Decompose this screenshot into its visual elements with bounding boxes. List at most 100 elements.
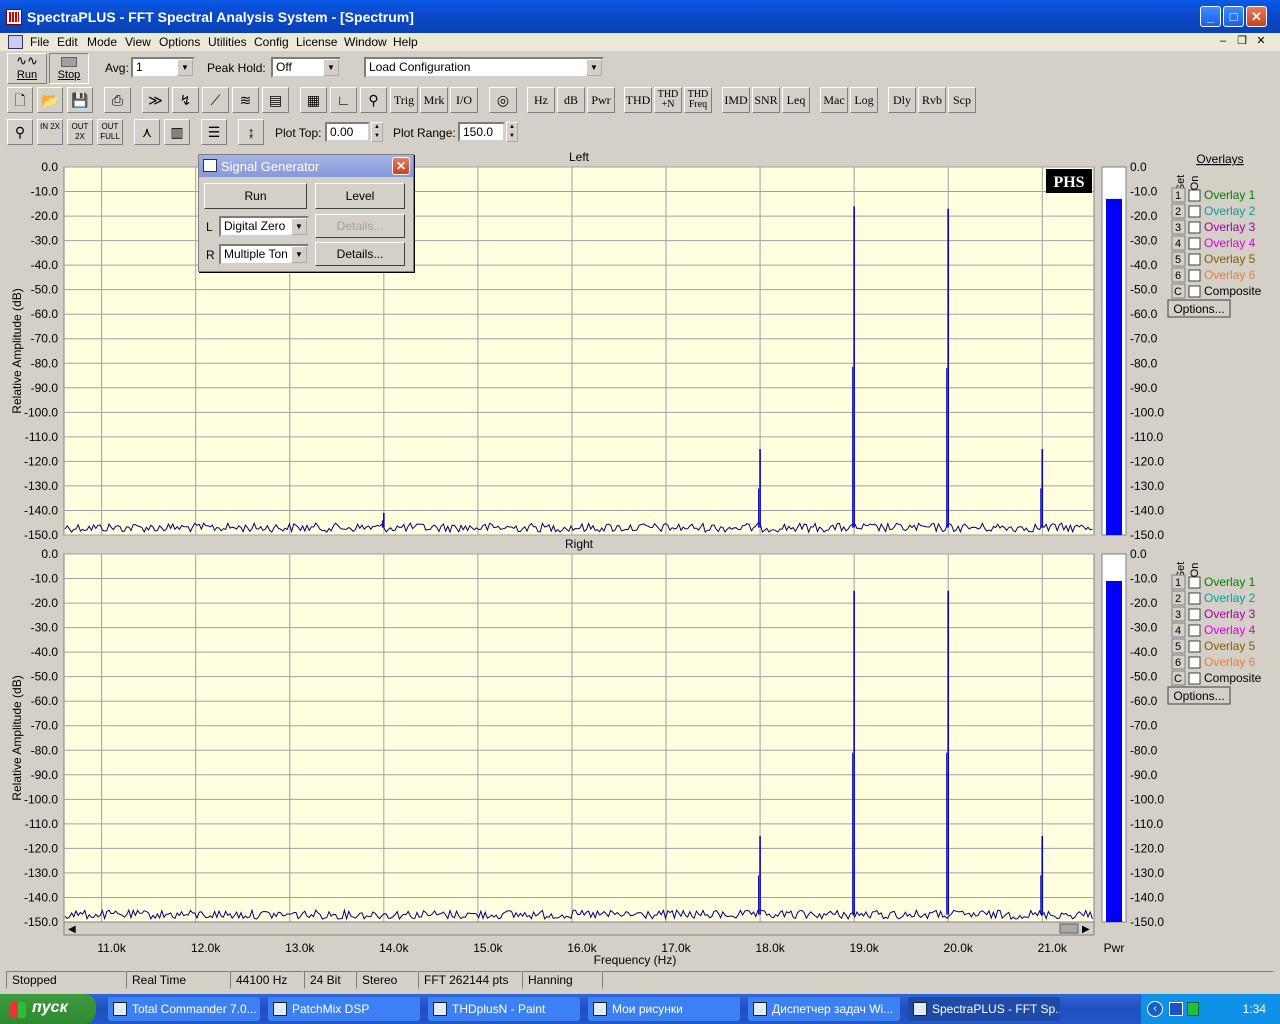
task-patchmix[interactable]: PatchMix DSP: [268, 997, 420, 1021]
settings-button[interactable]: ▦: [300, 87, 327, 113]
db-button[interactable]: dB: [557, 87, 585, 113]
list-view-button[interactable]: ☰: [201, 119, 227, 145]
task-spectraplus[interactable]: SpectraPLUS - FFT Sp...: [908, 997, 1060, 1021]
hz-button[interactable]: Hz: [527, 87, 555, 113]
rvb-button[interactable]: Rvb: [918, 87, 946, 113]
task-paint[interactable]: THDplusN - Paint: [428, 997, 580, 1021]
scale-button[interactable]: ↨: [238, 119, 264, 145]
scaling-button[interactable]: ∟: [330, 87, 357, 113]
left-signal-select[interactable]: Digital Zero ▼: [219, 216, 309, 237]
overlay-checkbox-4[interactable]: [1188, 237, 1201, 250]
tray-app-icon[interactable]: [1169, 1002, 1183, 1016]
configuration-select[interactable]: Load Configuration ▼: [364, 57, 604, 78]
signal-generator-close-button[interactable]: ✕: [392, 157, 410, 175]
mode-spectrogram-button[interactable]: ▤: [262, 87, 289, 113]
task-total-commander[interactable]: Total Commander 7.0...: [108, 997, 260, 1021]
right-signal-select[interactable]: Multiple Ton ▼: [219, 244, 309, 265]
overlay-checkbox-2[interactable]: [1188, 592, 1201, 605]
mode-spectrum-button[interactable]: ↯: [172, 87, 199, 113]
menu-utilities[interactable]: Utilities: [208, 35, 247, 49]
menu-mode[interactable]: Mode: [87, 35, 117, 49]
signal-generator-titlebar[interactable]: Signal Generator ✕: [199, 155, 413, 177]
overlay-checkbox-C[interactable]: [1188, 672, 1201, 685]
plot-range-spinner[interactable]: ▲ ▼: [506, 122, 518, 142]
new-button[interactable]: 🗋: [7, 87, 33, 113]
mode-time-button[interactable]: ≫: [142, 87, 169, 113]
overlay-checkbox-6[interactable]: [1188, 656, 1201, 669]
spectrum-plot-area[interactable]: 0.0 -10.0 -20.0 -30.0 -40.0 -50.0 -60.0 -70.0 -8…: [0, 148, 1280, 968]
io-button[interactable]: I/O: [450, 87, 478, 113]
close-button[interactable]: ✕: [1246, 6, 1267, 27]
zoom-button[interactable]: ⚲: [7, 119, 33, 145]
plot-top-spinner[interactable]: ▲ ▼: [371, 122, 383, 142]
zoom-out-full-button[interactable]: OUT FULL: [97, 119, 123, 145]
chevron-down-icon[interactable]: ▼: [291, 246, 307, 263]
avg-select[interactable]: 1 ▼: [131, 57, 195, 78]
snr-button[interactable]: SNR: [752, 87, 780, 113]
peak-view-button[interactable]: ⋏: [134, 119, 160, 145]
menu-window[interactable]: Window: [344, 35, 387, 49]
calibration-button[interactable]: ⚲: [360, 87, 387, 113]
start-button[interactable]: пуск: [0, 994, 96, 1024]
chevron-down-icon[interactable]: ▼: [586, 59, 602, 76]
dly-button[interactable]: Dly: [888, 87, 916, 113]
chevron-down-icon[interactable]: ▼: [323, 59, 339, 76]
title-bar[interactable]: SpectraPLUS - FFT Spectral Analysis Syst…: [0, 0, 1280, 33]
mdi-document-icon[interactable]: [8, 35, 23, 49]
mode-phase-button[interactable]: ⟋: [202, 87, 229, 113]
task-task-manager[interactable]: Диспетчер задач Wi...: [748, 997, 900, 1021]
zoom-in-2x-button[interactable]: IN 2X: [37, 119, 63, 145]
overlay-checkbox-2[interactable]: [1188, 205, 1201, 218]
task-my-pictures[interactable]: Мои рисунки: [588, 997, 740, 1021]
menu-license[interactable]: License: [296, 35, 337, 49]
thd-freq-button[interactable]: THD Freq: [684, 87, 712, 113]
mdi-close-button[interactable]: ✕: [1254, 35, 1268, 49]
log-button[interactable]: Log: [850, 87, 878, 113]
overlay-checkbox-3[interactable]: [1188, 608, 1201, 621]
peak-hold-select[interactable]: Off ▼: [271, 57, 341, 78]
menu-options[interactable]: Options: [159, 35, 200, 49]
menu-view[interactable]: View: [125, 35, 151, 49]
stop-button[interactable]: Stop: [49, 53, 89, 84]
imd-button[interactable]: IMD: [722, 87, 750, 113]
tray-network-icon[interactable]: [1187, 1002, 1199, 1016]
mode-3d-button[interactable]: ≋: [232, 87, 259, 113]
pwr-button[interactable]: Pwr: [587, 87, 615, 113]
mac-button[interactable]: Mac: [820, 87, 848, 113]
thd-n-button[interactable]: THD +N: [654, 87, 682, 113]
menu-config[interactable]: Config: [254, 35, 289, 49]
right-details-button[interactable]: Details...: [315, 242, 405, 266]
minimize-button[interactable]: _: [1200, 6, 1221, 27]
leq-button[interactable]: Leq: [782, 87, 810, 113]
menu-help[interactable]: Help: [393, 35, 418, 49]
overlay-checkbox-C[interactable]: [1188, 285, 1201, 298]
plot-range-input[interactable]: [458, 122, 505, 142]
tray-expand-icon[interactable]: ‹: [1147, 1001, 1163, 1017]
save-button[interactable]: 💾: [67, 87, 93, 113]
scp-button[interactable]: Scp: [948, 87, 976, 113]
generator-level-button[interactable]: Level: [315, 183, 405, 209]
mrk-button[interactable]: Mrk: [420, 87, 448, 113]
print-button[interactable]: ⎙: [104, 87, 131, 113]
mdi-minimize-button[interactable]: –: [1216, 35, 1230, 49]
app-icon[interactable]: [6, 9, 22, 25]
zoom-out-2x-button[interactable]: OUT 2X: [67, 119, 93, 145]
overlay-checkbox-1[interactable]: [1188, 189, 1201, 202]
chevron-down-icon[interactable]: ▼: [291, 218, 307, 235]
left-details-button[interactable]: Details...: [315, 214, 405, 238]
overlay-checkbox-5[interactable]: [1188, 253, 1201, 266]
overlay-checkbox-6[interactable]: [1188, 269, 1201, 282]
menu-edit[interactable]: Edit: [57, 35, 78, 49]
run-button[interactable]: ∿∿ Run: [7, 53, 47, 84]
overlay-checkbox-5[interactable]: [1188, 640, 1201, 653]
trig-button[interactable]: Trig: [390, 87, 418, 113]
mdi-restore-button[interactable]: ❐: [1235, 35, 1249, 49]
menu-file[interactable]: File: [30, 35, 49, 49]
plot-top-input[interactable]: [325, 122, 370, 142]
thd-button[interactable]: THD: [624, 87, 652, 113]
generator-run-button[interactable]: Run: [204, 183, 307, 209]
chevron-down-icon[interactable]: ▼: [177, 59, 193, 76]
signal-generator-button[interactable]: ◎: [489, 87, 517, 113]
overlay-checkbox-1[interactable]: [1188, 576, 1201, 589]
overlay-checkbox-3[interactable]: [1188, 221, 1201, 234]
